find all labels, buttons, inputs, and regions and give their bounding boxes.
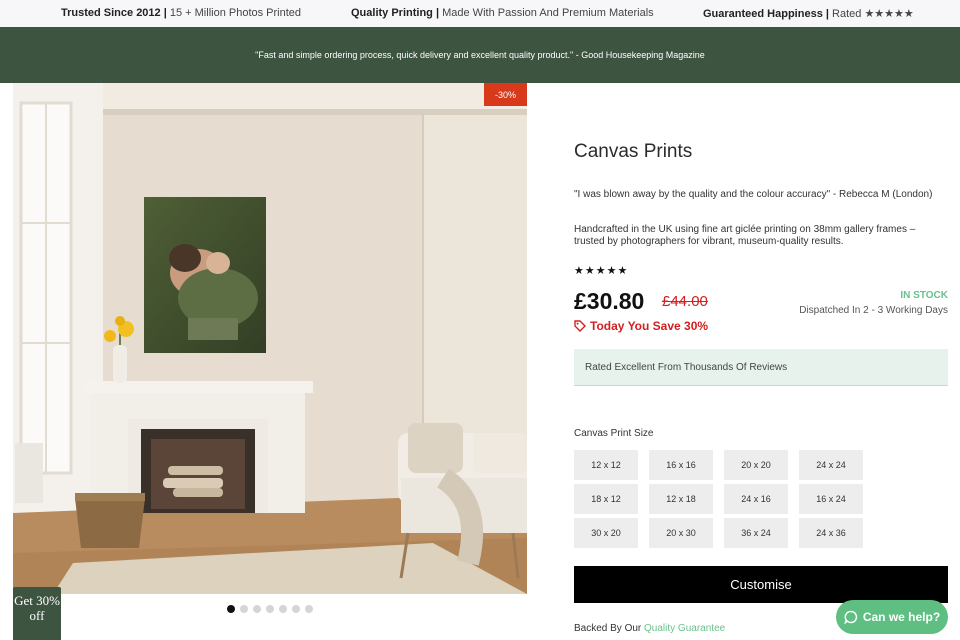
gallery-dot[interactable] — [253, 605, 261, 613]
product-image[interactable] — [13, 83, 527, 594]
discount-badge: -30% — [484, 83, 527, 106]
customise-button[interactable]: Customise — [574, 566, 948, 603]
size-option[interactable]: 12 x 18 — [649, 484, 713, 514]
reviews-banner-text: Rated Excellent From Thousands Of Review… — [585, 361, 788, 373]
size-label: Canvas Print Size — [574, 428, 654, 439]
customer-review-quote: "I was blown away by the quality and the… — [574, 189, 933, 200]
size-option[interactable]: 20 x 20 — [724, 450, 788, 480]
product-description: Handcrafted in the UK using fine art gic… — [574, 224, 916, 247]
gallery-pagination — [227, 605, 313, 613]
size-option[interactable]: 30 x 20 — [574, 518, 638, 548]
press-quote-banner: "Fast and simple ordering process, quick… — [0, 27, 960, 83]
product-title: Canvas Prints — [574, 141, 693, 162]
current-price: £30.80 — [574, 288, 645, 314]
size-option[interactable]: 20 x 30 — [649, 518, 713, 548]
gallery-dot[interactable] — [279, 605, 287, 613]
size-option[interactable]: 36 x 24 — [724, 518, 788, 548]
gallery-dot[interactable] — [292, 605, 300, 613]
chat-help-label: Can we help? — [862, 610, 941, 624]
chat-bubble-icon — [844, 610, 857, 624]
size-option[interactable]: 16 x 16 — [649, 450, 713, 480]
size-options: 12 x 12 16 x 16 20 x 20 24 x 24 18 x 12 … — [574, 450, 863, 548]
rating-stars: ★★★★★ — [574, 265, 629, 277]
size-option[interactable]: 24 x 36 — [799, 518, 863, 548]
promo-tab[interactable]: Get 30% off — [13, 587, 61, 640]
trust-item-happiness: Guaranteed Happiness | Rated ★★★★★ — [703, 8, 914, 20]
room-scene-illustration — [13, 83, 527, 594]
price-tag-icon — [574, 320, 586, 332]
trust-item-since: Trusted Since 2012 | 15 + Million Photos… — [61, 7, 302, 19]
gallery-dot[interactable] — [240, 605, 248, 613]
size-option[interactable]: 24 x 16 — [724, 484, 788, 514]
savings-text: Today You Save 30% — [590, 319, 709, 333]
savings-row: Today You Save 30% — [574, 319, 708, 333]
trust-item-quality: Quality Printing | Made With Passion And… — [351, 7, 654, 19]
quality-guarantee-link[interactable]: Quality Guarantee — [644, 623, 725, 634]
chat-help-button[interactable]: Can we help? — [836, 600, 948, 634]
size-option[interactable]: 12 x 12 — [574, 450, 638, 480]
press-quote-text: "Fast and simple ordering process, quick… — [255, 50, 705, 60]
gallery-dot[interactable] — [227, 605, 235, 613]
size-option[interactable]: 24 x 24 — [799, 450, 863, 480]
size-option[interactable]: 18 x 12 — [574, 484, 638, 514]
stock-status: IN STOCK — [900, 290, 948, 301]
trust-bar: Trusted Since 2012 | 15 + Million Photos… — [0, 0, 960, 27]
dispatch-info: Dispatched In 2 - 3 Working Days — [799, 305, 948, 316]
gallery-dot[interactable] — [266, 605, 274, 613]
original-price: £44.00 — [662, 293, 708, 310]
size-option[interactable]: 16 x 24 — [799, 484, 863, 514]
guarantee-prefix: Backed By Our — [574, 623, 645, 634]
guarantee-line: Backed By Our Quality Guarantee — [574, 623, 725, 634]
gallery-dot[interactable] — [305, 605, 313, 613]
reviews-banner[interactable]: Rated Excellent From Thousands Of Review… — [574, 349, 948, 386]
